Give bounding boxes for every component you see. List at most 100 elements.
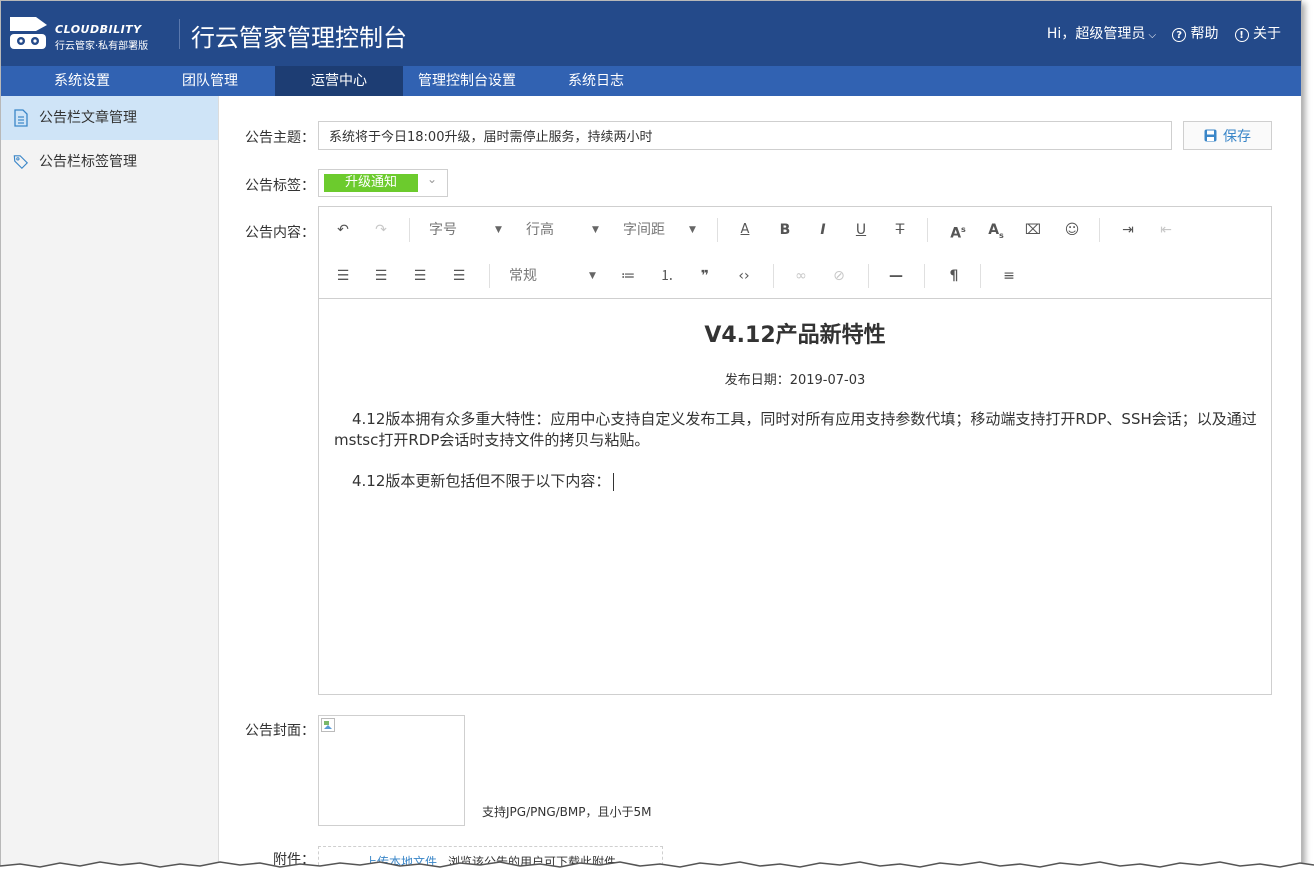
toolbar-divider <box>717 218 718 242</box>
subject-label: 公告主题： <box>245 130 315 146</box>
link-icon[interactable]: ∞ <box>791 264 811 288</box>
logo-text-cn: 行云管家·私有部署版 <box>55 41 149 52</box>
emoji-icon[interactable]: ☺ <box>1062 218 1082 242</box>
redo-icon[interactable]: ↷ <box>371 218 391 242</box>
help-icon: ? <box>1172 28 1187 42</box>
article-date: 发布日期：2019-07-03 <box>724 373 866 388</box>
app-window: CLOUDBILITY 行云管家·私有部署版 行云管家管理控制台 Hi，超级管理… <box>0 0 1302 882</box>
sidebar-item-article-management[interactable]: 公告栏文章管理 <box>1 96 218 140</box>
main-nav: 系统设置 团队管理 运营中心 管理控制台设置 系统日志 <box>1 66 1301 96</box>
letter-spacing-label: 字间距 <box>623 222 665 238</box>
caret-down-icon: ▼ <box>495 225 502 235</box>
nav-item-console-settings[interactable]: 管理控制台设置 <box>409 66 525 96</box>
document-icon <box>14 109 28 127</box>
letter-spacing-dropdown[interactable]: 字间距 ▼ <box>623 218 703 242</box>
sidebar-item-tag-management[interactable]: 公告栏标签管理 <box>1 140 218 184</box>
sidebar: 公告栏文章管理 公告栏标签管理 <box>1 96 219 881</box>
info-icon: ! <box>1234 28 1249 42</box>
caret-down-icon: ▼ <box>592 225 599 235</box>
tag-icon <box>13 155 29 170</box>
logo-text-en: CLOUDBILITY <box>55 23 142 36</box>
clear-format-icon[interactable]: ⌧ <box>1023 218 1043 242</box>
text-cursor <box>613 472 615 491</box>
toolbar-divider <box>927 218 928 242</box>
help-label: 帮助 <box>1190 26 1219 42</box>
nav-item-system-logs[interactable]: 系统日志 <box>539 66 653 96</box>
save-label: 保存 <box>1223 128 1251 145</box>
article-paragraph: 4.12版本拥有众多重大特性：应用中心支持自定义发布工具，同时对所有应用支持参数… <box>334 410 1257 449</box>
subject-input[interactable] <box>318 121 1172 150</box>
toolbar-divider <box>773 264 774 288</box>
rich-text-editor: ↶ ↷ 字号 ▼ 行高 ▼ 字间距 ▼ A B I U T As As ⌧ ☺ … <box>318 206 1272 695</box>
content-label: 公告内容： <box>245 225 315 241</box>
article-paragraph: 4.12版本更新包括但不限于以下内容： <box>334 471 1259 492</box>
article-title: V4.12产品新特性 <box>704 323 886 348</box>
bold-icon[interactable]: B <box>775 218 795 242</box>
toolbar-divider <box>868 264 869 288</box>
console-title: 行云管家管理控制台 <box>191 24 407 52</box>
torn-edge-decoration <box>0 861 1314 887</box>
numbered-list-icon[interactable]: ⒈ <box>657 264 677 288</box>
user-menu[interactable]: Hi，超级管理员 ⌵ <box>1047 23 1156 43</box>
line-height-dropdown[interactable]: 行高 ▼ <box>526 218 606 242</box>
editor-toolbar: ↶ ↷ 字号 ▼ 行高 ▼ 字间距 ▼ A B I U T As As ⌧ ☺ … <box>319 207 1271 299</box>
toolbar-divider <box>1099 218 1100 242</box>
font-size-label: 字号 <box>429 222 457 238</box>
editor-content-area[interactable]: V4.12产品新特性 发布日期：2019-07-03 4.12版本拥有众多重大特… <box>319 299 1271 694</box>
cloudbility-logo-icon <box>10 17 47 49</box>
code-icon[interactable]: ‹› <box>733 264 755 288</box>
tag-chip: 升级通知 <box>324 174 418 192</box>
line-height-label: 行高 <box>526 222 554 238</box>
tag-select[interactable]: 升级通知 ⌄ <box>318 169 448 197</box>
align-justify-icon[interactable]: ☰ <box>449 264 469 288</box>
paragraph-style-label: 常规 <box>509 268 537 284</box>
align-right-icon[interactable]: ☰ <box>410 264 430 288</box>
about-link[interactable]: ! 关于 <box>1225 23 1281 43</box>
help-link[interactable]: ? 帮助 <box>1162 23 1219 43</box>
align-left-icon[interactable]: ☰ <box>333 264 353 288</box>
cover-label: 公告封面： <box>245 723 315 739</box>
save-button[interactable]: 保存 <box>1183 121 1272 150</box>
caret-down-icon: ▼ <box>689 225 696 235</box>
cover-upload-box[interactable] <box>318 715 465 826</box>
align-center-icon[interactable]: ☰ <box>371 264 391 288</box>
bullet-list-icon[interactable]: ≔ <box>618 264 638 288</box>
subscript-icon[interactable]: As <box>985 218 1007 242</box>
user-greeting: Hi，超级管理员 <box>1046 26 1146 42</box>
underline-icon[interactable]: U <box>851 218 871 242</box>
unlink-icon[interactable]: ⊘ <box>829 264 849 288</box>
outdent-icon[interactable]: ⇤ <box>1155 218 1177 242</box>
header-divider <box>179 19 180 49</box>
italic-icon[interactable]: I <box>813 218 833 242</box>
toolbar-divider <box>409 218 410 242</box>
about-label: 关于 <box>1253 26 1281 42</box>
broken-image-icon <box>321 718 335 732</box>
toolbar-divider <box>980 264 981 288</box>
nav-item-system-settings[interactable]: 系统设置 <box>25 66 139 96</box>
chevron-down-icon: ⌄ <box>427 172 438 186</box>
text-direction-icon[interactable]: ≡ <box>998 264 1020 288</box>
format-painter-icon[interactable]: ¶ <box>943 264 965 288</box>
sidebar-item-label: 公告栏标签管理 <box>39 154 137 170</box>
tag-label: 公告标签： <box>245 178 315 194</box>
top-header: CLOUDBILITY 行云管家·私有部署版 行云管家管理控制台 Hi，超级管理… <box>1 1 1301 66</box>
nav-item-team-management[interactable]: 团队管理 <box>153 66 267 96</box>
sidebar-item-label: 公告栏文章管理 <box>39 110 137 126</box>
strikethrough-icon[interactable]: T <box>890 218 910 242</box>
toolbar-divider <box>489 264 490 288</box>
save-icon <box>1204 129 1217 142</box>
user-area: Hi，超级管理员 ⌵ ? 帮助 ! 关于 <box>1047 23 1281 43</box>
paragraph-style-dropdown[interactable]: 常规 ▼ <box>509 264 599 288</box>
cover-hint: 支持JPG/PNG/BMP，且小于5M <box>482 805 652 819</box>
superscript-icon[interactable]: As <box>947 218 969 242</box>
undo-icon[interactable]: ↶ <box>333 218 353 242</box>
indent-icon[interactable]: ⇥ <box>1117 218 1139 242</box>
caret-down-icon: ▼ <box>589 271 596 281</box>
nav-item-operations-center[interactable]: 运营中心 <box>275 66 403 96</box>
font-size-dropdown[interactable]: 字号 ▼ <box>429 218 509 242</box>
horizontal-rule-icon[interactable]: — <box>885 264 907 288</box>
blockquote-icon[interactable]: ❞ <box>695 264 715 288</box>
font-color-icon[interactable]: A <box>735 218 755 242</box>
toolbar-divider <box>924 264 925 288</box>
chevron-down-icon: ⌵ <box>1145 30 1157 41</box>
